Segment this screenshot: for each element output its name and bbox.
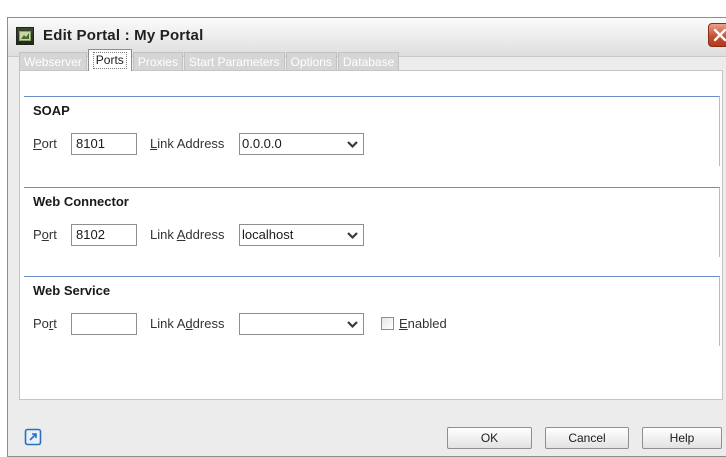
cancel-button[interactable]: Cancel	[545, 427, 629, 449]
web-connector-port-label: Port	[33, 227, 57, 242]
soap-group: SOAP Port 8101 Link Address 0.0.0.0	[24, 96, 720, 166]
soap-link-address-value: 0.0.0.0	[242, 136, 282, 151]
tab-webserver[interactable]: Webserver	[19, 52, 87, 71]
web-service-group: Web Service Port Link Address Enabled	[24, 276, 720, 346]
web-service-link-address-label: Link Address	[150, 316, 225, 331]
tab-proxies[interactable]: Proxies	[132, 52, 183, 71]
ports-panel: SOAP Port 8101 Link Address 0.0.0.0 Web …	[19, 70, 723, 400]
chevron-down-icon	[347, 141, 358, 149]
soap-port-input[interactable]: 8101	[71, 133, 137, 155]
web-connector-group: Web Connector Port 8102 Link Address loc…	[24, 187, 720, 257]
tab-options[interactable]: Options	[285, 52, 337, 71]
enabled-label: Enabled	[399, 316, 447, 331]
portal-app-icon	[16, 27, 34, 45]
web-connector-link-address-label: Link Address	[150, 227, 225, 242]
group-title-web-service: Web Service	[33, 283, 111, 298]
chevron-down-icon	[347, 232, 358, 240]
web-service-port-label: Port	[33, 316, 57, 331]
enabled-checkbox[interactable]	[381, 317, 394, 330]
close-icon	[713, 28, 726, 42]
soap-port-label: Port	[33, 136, 57, 151]
soap-link-address-select[interactable]: 0.0.0.0	[239, 133, 364, 155]
chevron-down-icon	[347, 321, 358, 329]
tab-database[interactable]: Database	[337, 52, 400, 71]
web-service-port-input[interactable]	[71, 313, 137, 335]
ok-button[interactable]: OK	[447, 427, 532, 449]
tab-bar: Webserver Ports Proxies Start Parameters…	[19, 49, 400, 71]
tab-start-parameters[interactable]: Start Parameters	[183, 52, 285, 71]
window-title: Edit Portal : My Portal	[43, 27, 204, 44]
web-service-link-address-select[interactable]	[239, 313, 364, 335]
web-connector-link-address-value: localhost	[242, 227, 294, 242]
close-button[interactable]	[708, 23, 726, 47]
restore-window-icon[interactable]	[24, 428, 42, 446]
web-connector-port-input[interactable]: 8102	[71, 224, 137, 246]
soap-link-address-label: Link Address	[150, 136, 225, 151]
help-button[interactable]: Help	[642, 427, 722, 449]
tab-ports[interactable]: Ports	[87, 49, 132, 71]
group-title-web-connector: Web Connector	[33, 194, 129, 209]
web-connector-link-address-select[interactable]: localhost	[239, 224, 364, 246]
group-title-soap: SOAP	[33, 103, 70, 118]
